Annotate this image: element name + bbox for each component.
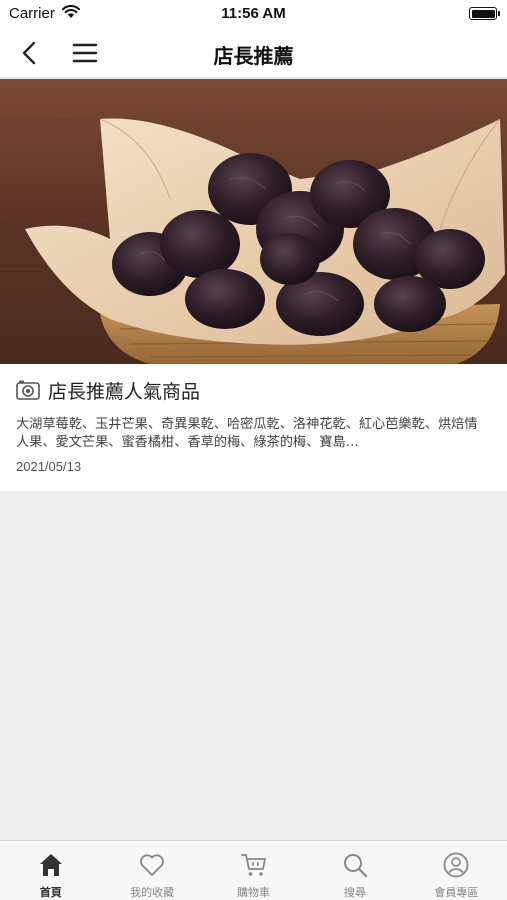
tab-label: 購物車	[237, 886, 271, 899]
tab-home[interactable]: 首頁	[0, 841, 101, 900]
battery-icon	[469, 7, 500, 20]
status-bar: Carrier 11:56 AM	[0, 0, 507, 28]
article-title: 店長推薦人氣商品	[48, 381, 201, 403]
tab-bar: 首頁 我的收藏 購物車 搜尋 會員專區	[0, 840, 507, 900]
tab-favorites[interactable]: 我的收藏	[101, 841, 202, 900]
article-description: 大湖草莓乾、玉井芒果、奇異果乾、哈密瓜乾、洛神花乾、紅心芭樂乾、烘焙情人果、愛文…	[16, 417, 478, 450]
page-title: 店長推薦	[213, 44, 294, 68]
camera-icon	[16, 380, 40, 400]
tab-label: 會員專區	[434, 886, 479, 899]
cart-icon	[240, 854, 266, 876]
home-icon	[39, 854, 62, 876]
article-card[interactable]: 店長推薦人氣商品 大湖草莓乾、玉井芒果、奇異果乾、哈密瓜乾、洛神花乾、紅心芭樂乾…	[0, 79, 507, 491]
navigation-bar: 店長推薦	[0, 28, 507, 78]
tab-member[interactable]: 會員專區	[406, 841, 507, 900]
clock: 11:56 AM	[221, 5, 286, 22]
hero-image	[0, 79, 507, 364]
heart-icon	[140, 854, 164, 876]
tab-label: 搜尋	[343, 886, 366, 899]
tab-label: 我的收藏	[130, 886, 175, 899]
user-icon	[443, 852, 469, 878]
tab-cart[interactable]: 購物車	[203, 841, 304, 900]
search-icon	[343, 854, 368, 878]
tab-search[interactable]: 搜尋	[304, 841, 405, 900]
article-date: 2021/05/13	[16, 459, 82, 474]
tab-label: 首頁	[39, 886, 62, 899]
